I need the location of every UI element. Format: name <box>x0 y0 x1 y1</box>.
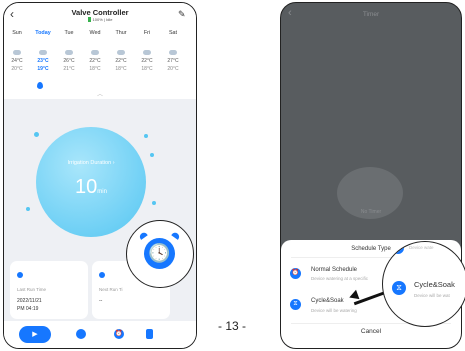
forecast-high: 22°C <box>141 58 153 64</box>
last-run-label: Last Run Time <box>17 287 47 292</box>
forecast-day-today: Today <box>35 30 51 36</box>
water-drop-icon <box>37 82 43 89</box>
empty-state-text: No Timer <box>360 209 382 215</box>
forecast-high: 23°C <box>37 58 49 64</box>
cancel-button[interactable]: Cancel <box>281 328 461 335</box>
last-run-date: 2022/11/21 <box>17 298 42 304</box>
cycle-soak-option[interactable]: Cycle&Soak <box>311 298 344 304</box>
forecast-day-sun: Sun <box>12 30 22 36</box>
cycle-soak-desc: Device will be watering <box>311 308 357 313</box>
zoom-callout-cycle-soak: Device wate ⧖ Cycle&Soak Device will be … <box>382 241 465 327</box>
decorative-dot <box>26 207 30 211</box>
normal-schedule-desc: Device watering at a specific <box>311 276 369 281</box>
next-run-value: -- <box>99 298 103 304</box>
battery-icon <box>87 17 91 23</box>
battery-status-text: 100% | Idle <box>92 17 113 22</box>
chevron-up-icon[interactable]: ︿ <box>4 89 196 98</box>
edit-icon[interactable]: ✎ <box>178 9 186 20</box>
page-title: Timer <box>362 11 380 18</box>
forecast-high: 26°C <box>63 58 75 64</box>
zoom-top-desc: Device wate <box>409 245 434 250</box>
last-run-time: PM 04:19 <box>17 305 39 312</box>
irrigation-duration-bubble[interactable]: Irrigation Duration › 10min <box>36 127 146 237</box>
clock-icon <box>17 272 23 278</box>
decorative-dot <box>152 201 156 205</box>
forecast-low: 18°C <box>115 66 127 72</box>
valve-controller-screen: ‹ Valve Controller 100% | Idle ✎ Sun Tod… <box>3 2 197 349</box>
forecast-day-tue: Tue <box>64 30 74 36</box>
forecast-high: 22°C <box>115 58 127 64</box>
alarm-bell-right <box>171 231 181 240</box>
alarm-clock-icon[interactable]: 🕓 <box>144 238 175 269</box>
bottom-nav: ▶ ⏰ <box>4 321 196 348</box>
cycle-soak-desc-zoom: Device will be wat <box>414 293 450 298</box>
forecast-day-fri: Fri <box>143 30 151 36</box>
page-number: - 13 - <box>217 319 246 333</box>
forecast-high: 22°C <box>89 58 101 64</box>
last-run-value: 2022/11/21 PM 04:19 <box>17 298 42 313</box>
zoom-callout-alarm: 🕓 <box>126 220 194 288</box>
irrigation-duration-unit: min <box>97 189 107 195</box>
forecast-day-thur: Thur <box>115 30 127 36</box>
water-drop-nav-icon[interactable] <box>76 329 86 339</box>
forecast-high: 24°C <box>11 58 23 64</box>
log-nav-icon[interactable] <box>146 329 153 339</box>
forecast-low: 19°C <box>37 66 49 72</box>
forecast-low: 20°C <box>11 66 23 72</box>
irrigation-duration-number: 10 <box>75 176 98 198</box>
forecast-low: 20°C <box>167 66 179 72</box>
forecast-day-wed: Wed <box>89 30 101 36</box>
decorative-dot <box>144 134 148 138</box>
hourglass-icon: ⧖ <box>290 299 301 310</box>
cycle-soak-option-zoom[interactable]: Cycle&Soak <box>414 280 455 289</box>
alarm-nav-icon[interactable]: ⏰ <box>114 329 124 339</box>
decorative-dot <box>150 153 154 157</box>
irrigation-duration-value: 10min <box>36 176 146 199</box>
next-run-label: Next Run Ti <box>99 287 123 292</box>
hourglass-icon: ⧖ <box>392 281 406 295</box>
irrigation-duration-label: Irrigation Duration › <box>67 160 115 166</box>
forecast-low: 21°C <box>63 66 75 72</box>
clock-icon <box>392 242 404 254</box>
last-run-card: Last Run Time 2022/11/21 PM 04:19 <box>10 261 88 319</box>
play-button[interactable]: ▶ <box>19 326 51 343</box>
weather-header: ‹ Valve Controller 100% | Idle ✎ Sun Tod… <box>4 3 196 99</box>
clock-icon <box>99 272 105 278</box>
alarm-bell-left <box>138 231 148 240</box>
page-title: Valve Controller <box>71 8 129 17</box>
forecast-low: 18°C <box>89 66 101 72</box>
forecast-day-sat: Sat <box>168 30 178 36</box>
forecast-high: 27°C <box>167 58 179 64</box>
decorative-dot <box>34 132 39 137</box>
battery-status: 100% | Idle <box>4 17 196 23</box>
normal-schedule-option[interactable]: Normal Schedule <box>311 267 357 273</box>
clock-icon: ⏰ <box>290 268 301 279</box>
forecast-low: 18°C <box>141 66 153 72</box>
